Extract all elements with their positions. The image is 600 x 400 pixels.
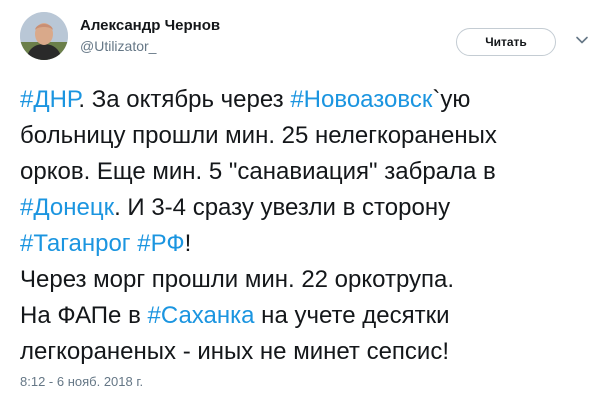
tweet-line: На ФАПе в #Саханка на учете десятки: [20, 298, 590, 334]
tweet-text-segment: `ую: [432, 86, 471, 113]
tweet-line: Через морг прошли мин. 22 оркотрупа.: [20, 262, 590, 298]
avatar[interactable]: [20, 12, 68, 60]
tweet-line: больницу прошли мин. 25 нелегкораненых: [20, 118, 590, 154]
tweet-text-segment: . И 3-4 сразу увезли в сторону: [114, 194, 451, 221]
tweet-text-segment: больницу прошли мин. 25 нелегкораненых: [20, 122, 497, 149]
follow-button[interactable]: Читать: [456, 28, 556, 56]
author-handle[interactable]: @Utilizator_: [80, 38, 156, 54]
hashtag-link[interactable]: #ДНР: [20, 86, 78, 113]
tweet-line: легкораненых - иных не минет сепсис!: [20, 334, 590, 370]
tweet-line: орков. Еще мин. 5 "санавиация" забрала в: [20, 154, 590, 190]
tweet-line: #ДНР. За октябрь через #Новоазовск`ую: [20, 82, 590, 118]
chevron-down-icon[interactable]: [575, 33, 589, 47]
tweet-text-segment: орков. Еще мин. 5 "санавиация" забрала в: [20, 158, 496, 185]
tweet-text-segment: На ФАПе в: [20, 302, 148, 329]
tweet-text: #ДНР. За октябрь через #Новоазовск`ую бол…: [20, 82, 590, 370]
author-name[interactable]: Александр Чернов: [80, 17, 220, 34]
avatar-photo: [20, 12, 68, 60]
hashtag-link[interactable]: #Новоазовск: [290, 86, 432, 113]
tweet-text-segment: !: [184, 230, 192, 257]
hashtag-link[interactable]: #Донецк: [20, 194, 114, 221]
tweet-timestamp[interactable]: 8:12 - 6 нояб. 2018 г.: [20, 374, 143, 389]
tweet-text-segment: легкораненых - иных не минет сепсис!: [20, 338, 449, 365]
tweet-text-segment: . За октябрь через: [78, 86, 291, 113]
hashtag-link[interactable]: #Саханка: [148, 302, 255, 329]
hashtag-link[interactable]: #РФ: [137, 230, 184, 257]
tweet-line: #Донецк. И 3-4 сразу увезли в сторону: [20, 190, 590, 226]
tweet-line: #Таганрог #РФ!: [20, 226, 590, 262]
tweet-text-segment: Через морг прошли мин. 22 оркотрупа.: [20, 266, 455, 293]
hashtag-link[interactable]: #Таганрог: [20, 230, 131, 257]
tweet-text-segment: на учете десятки: [254, 302, 450, 329]
